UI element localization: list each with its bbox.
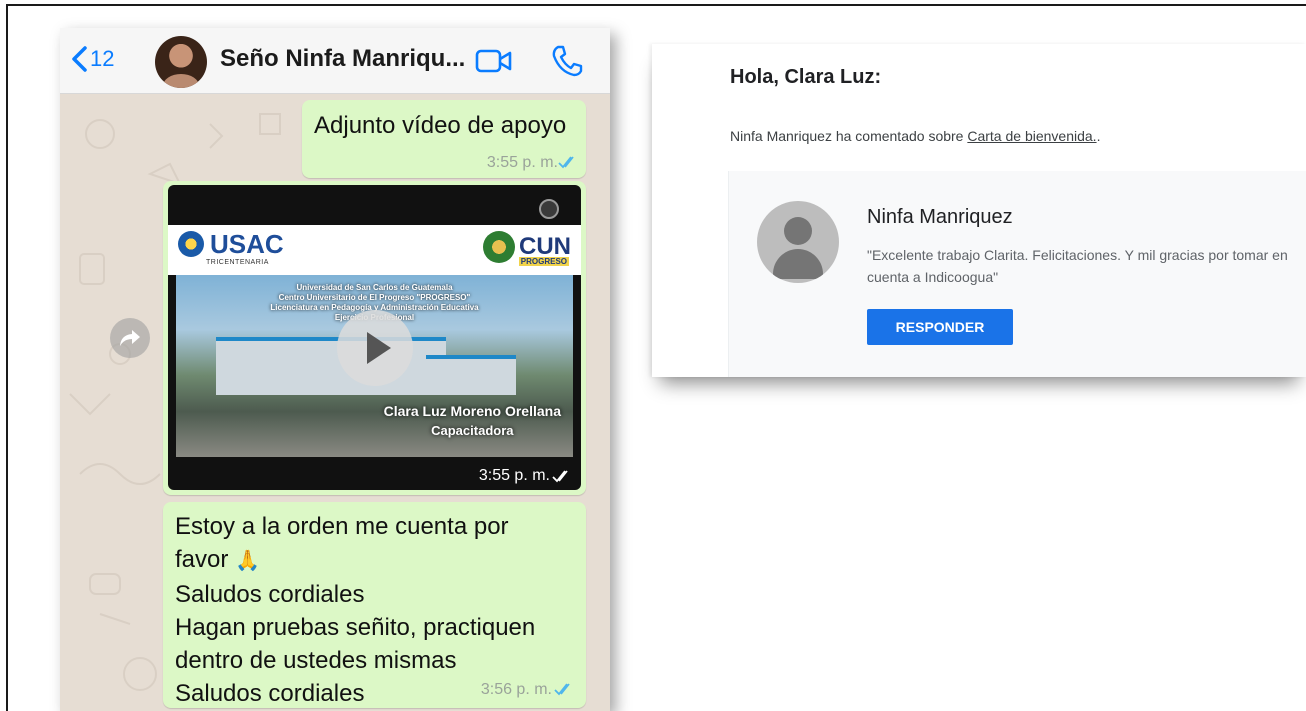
chevron-left-icon xyxy=(72,46,87,72)
cun-subtitle: PROGRESO xyxy=(518,257,569,266)
comment-notice: Ninfa Manriquez ha comentado sobre Carta… xyxy=(730,128,1101,144)
message-time: 3:55 p. m. xyxy=(478,467,550,484)
forward-icon xyxy=(120,330,140,346)
message-text: Adjunto vídeo de apoyo xyxy=(314,112,567,139)
message-time: 3:56 p. m. xyxy=(480,681,552,698)
usac-logo: USAC xyxy=(178,231,284,257)
play-button[interactable] xyxy=(337,310,413,386)
read-ticks-icon xyxy=(554,683,570,696)
usac-seal-icon xyxy=(178,231,204,257)
video-thumbnail[interactable]: USAC TRICENTENARIA CUN PROGRESO Universi… xyxy=(168,185,581,490)
email-greeting: Hola, Clara Luz: xyxy=(730,66,882,88)
back-button[interactable]: 12 xyxy=(70,45,114,73)
message-bubble-outgoing[interactable]: Adjunto vídeo de apoyo 3:55 p. m. xyxy=(302,100,586,178)
cun-seal-icon xyxy=(483,231,515,263)
app-watermark-icon xyxy=(539,199,559,219)
video-message-bubble[interactable]: USAC TRICENTENARIA CUN PROGRESO Universi… xyxy=(163,181,586,495)
praying-hands-emoji: 🙏 xyxy=(235,550,260,572)
presenter-caption: Clara Luz Moreno Orellana Capacitadora xyxy=(383,403,561,438)
contact-avatar[interactable] xyxy=(155,36,207,88)
building-shape xyxy=(426,355,516,395)
unread-count: 12 xyxy=(90,46,115,71)
message-time: 3:55 p. m. xyxy=(486,154,558,171)
message-text: Estoy a la orden me cuenta por favor 🙏 S… xyxy=(175,513,536,707)
comment-text: "Excelente trabajo Clarita. Felicitacion… xyxy=(867,247,1288,285)
message-bubble-outgoing[interactable]: Estoy a la orden me cuenta por favor 🙏 S… xyxy=(163,502,586,708)
read-ticks-icon xyxy=(552,470,568,483)
default-avatar-icon xyxy=(757,201,839,283)
phone-icon[interactable] xyxy=(550,44,584,78)
comment-author: Ninfa Manriquez xyxy=(867,206,1013,228)
video-call-icon[interactable] xyxy=(475,48,513,74)
chat-header: 12 Seño Ninfa Manriqu... xyxy=(60,28,610,94)
whatsapp-chat-panel: 12 Seño Ninfa Manriqu... Adjunto vídeo d… xyxy=(60,28,610,711)
usac-subtitle: TRICENTENARIA xyxy=(206,259,269,266)
email-notification: Hola, Clara Luz: Ninfa Manriquez ha come… xyxy=(652,44,1306,377)
comment-card: Ninfa Manriquez "Excelente trabajo Clari… xyxy=(728,171,1306,377)
forward-button[interactable] xyxy=(110,318,150,358)
document-link[interactable]: Carta de bienvenida. xyxy=(967,128,1096,144)
read-ticks-icon xyxy=(558,156,574,169)
contact-name[interactable]: Seño Ninfa Manriqu... xyxy=(220,45,465,73)
reply-button[interactable]: RESPONDER xyxy=(867,309,1013,345)
